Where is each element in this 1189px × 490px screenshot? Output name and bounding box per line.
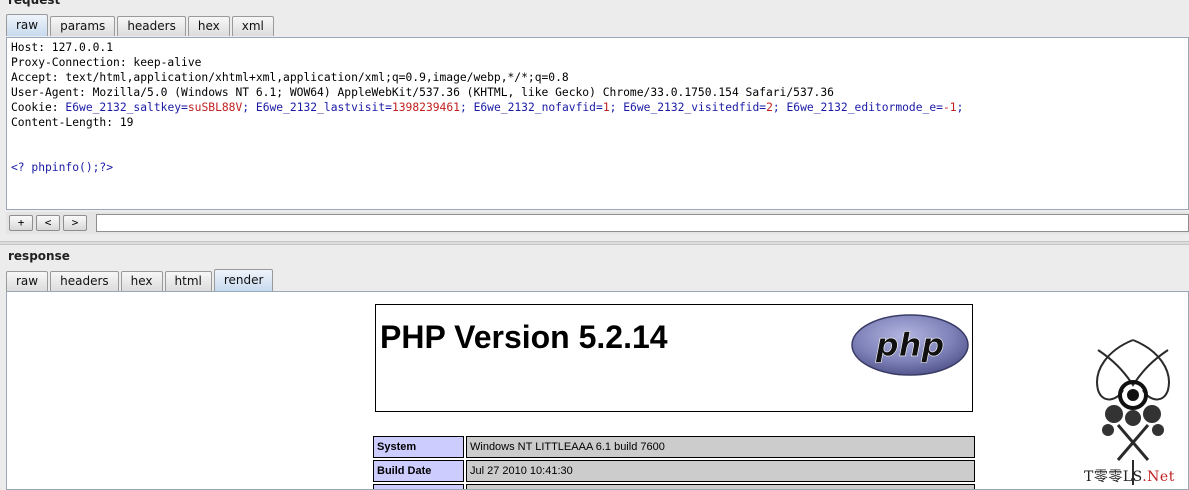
request-raw-editor[interactable]: Host: 127.0.0.1 Proxy-Connection: keep-a…	[6, 37, 1189, 210]
row-label: System	[373, 436, 464, 458]
cookie-name: E6we_2132_editormode_e	[786, 101, 937, 114]
row-value: Windows NT LITTLEAAA 6.1 build 7600	[466, 436, 975, 458]
row-value: Jul 27 2010 10:41:30	[466, 460, 975, 482]
accept-line: Accept: text/html,application/xhtml+xml,…	[11, 71, 569, 84]
previous-button[interactable]: <	[36, 215, 60, 231]
next-button[interactable]: >	[63, 215, 87, 231]
request-tabs: raw params headers hex xml	[6, 14, 276, 36]
row-value	[466, 484, 975, 489]
response-tab-hex[interactable]: hex	[120, 271, 163, 291]
request-tab-headers[interactable]: headers	[117, 16, 186, 36]
response-tab-html[interactable]: html	[164, 271, 212, 291]
cookie-name: E6we_2132_lastvisit	[255, 101, 386, 114]
cookie-name: E6we_2132_visitedfid	[623, 101, 760, 114]
cookie-line: Cookie: E6we_2132_saltkey=suSBL88V; E6we…	[11, 101, 964, 114]
cookie-value: suSBL88V	[187, 101, 243, 114]
request-tab-xml[interactable]: xml	[231, 16, 274, 36]
cookie-name: E6we_2132_saltkey	[65, 101, 182, 114]
response-render-pane: PHP Version 5.2.14 php System Windows NT…	[6, 291, 1189, 490]
add-button[interactable]: +	[9, 215, 33, 231]
request-tab-params[interactable]: params	[50, 16, 116, 36]
response-tabs: raw headers hex html render	[6, 269, 275, 291]
response-tab-headers[interactable]: headers	[50, 271, 119, 291]
cookie-name: E6we_2132_nofavfid	[473, 101, 596, 114]
phpinfo-table: System Windows NT LITTLEAAA 6.1 build 76…	[371, 434, 977, 489]
row-label	[373, 484, 464, 489]
request-body-line: <? phpinfo();?>	[11, 161, 114, 174]
cookie-value: -1	[942, 101, 957, 114]
cookie-value: 1398239461	[391, 101, 460, 114]
cookie-prefix: Cookie:	[11, 101, 66, 114]
content-length-line: Content-Length: 19	[11, 116, 134, 129]
response-section-label: response	[8, 249, 70, 263]
phpinfo-header: PHP Version 5.2.14 php	[375, 304, 973, 412]
cookie-value: 1	[602, 101, 610, 114]
watermark-text: T零零LS.Net	[1084, 466, 1175, 486]
search-input[interactable]	[96, 214, 1189, 232]
table-row: System Windows NT LITTLEAAA 6.1 build 76…	[373, 436, 975, 458]
watermark-brand: T零零LS	[1084, 469, 1143, 485]
table-row: Build Date Jul 27 2010 10:41:30	[373, 460, 975, 482]
cookie-value: 2	[766, 101, 773, 114]
php-version-title: PHP Version 5.2.14	[380, 319, 668, 355]
php-logo-text: php	[875, 326, 945, 364]
proxy-editor-window: request raw params headers hex xml Host:…	[0, 0, 1189, 490]
response-tab-raw[interactable]: raw	[6, 271, 49, 291]
user-agent-line: User-Agent: Mozilla/5.0 (Windows NT 6.1;…	[11, 86, 834, 99]
pane-splitter[interactable]	[0, 241, 1189, 245]
proxy-connection-line: Proxy-Connection: keep-alive	[11, 56, 202, 69]
request-tab-raw[interactable]: raw	[6, 14, 49, 36]
request-tab-hex[interactable]: hex	[187, 16, 230, 36]
table-row	[373, 484, 975, 489]
watermark-suffix: .Net	[1142, 469, 1175, 485]
host-line: Host: 127.0.0.1	[11, 41, 114, 54]
php-logo-icon: php	[851, 314, 969, 376]
request-nav-bar: + < >	[6, 212, 1189, 234]
request-section-label: request	[8, 0, 61, 7]
response-tab-render[interactable]: render	[213, 269, 274, 291]
row-label: Build Date	[373, 460, 464, 482]
